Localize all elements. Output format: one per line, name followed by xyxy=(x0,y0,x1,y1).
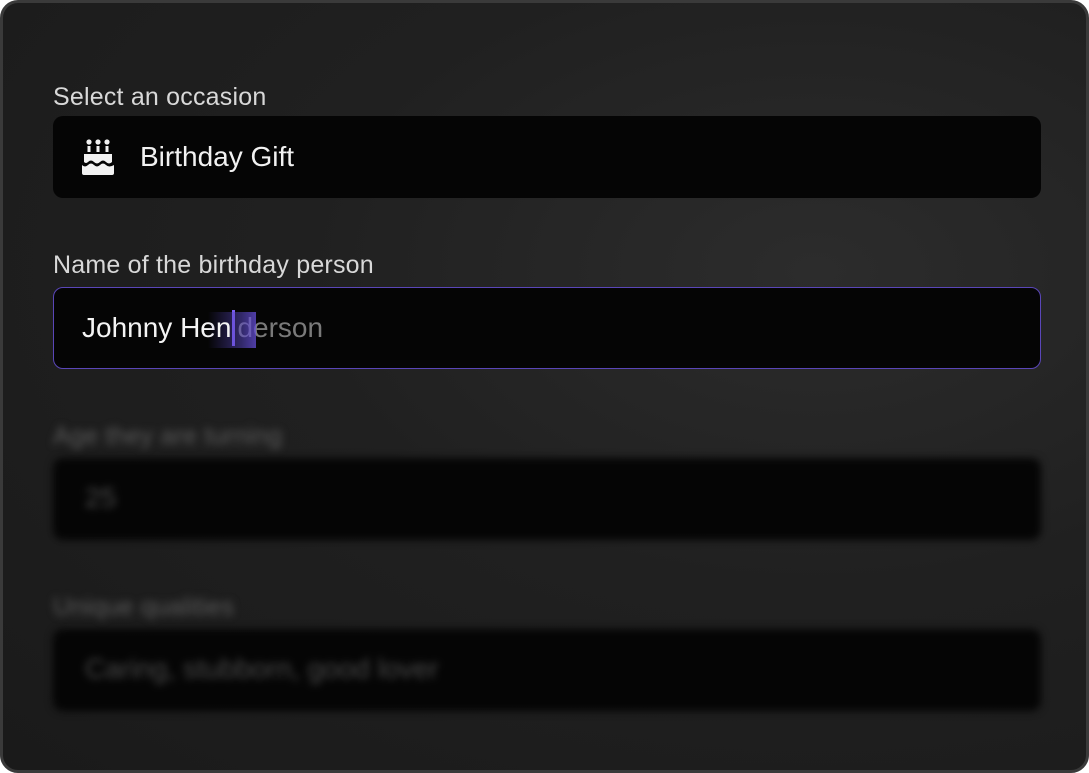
birthday-cake-icon xyxy=(81,138,115,176)
qualities-input[interactable]: Caring, stubborn, good lover xyxy=(53,629,1041,711)
age-label: Age they are turning xyxy=(53,422,283,450)
qualities-label: Unique qualities xyxy=(53,593,235,621)
name-input[interactable]: Johnny He n derson xyxy=(53,287,1041,369)
occasion-select[interactable]: Birthday Gift xyxy=(53,116,1041,198)
age-value: 25 xyxy=(85,482,117,513)
typed-last-char: n xyxy=(207,312,256,348)
typed-text: Johnny He xyxy=(82,312,216,343)
name-label: Name of the birthday person xyxy=(53,251,374,279)
age-input[interactable]: 25 xyxy=(53,458,1041,540)
name-text: Johnny He n derson xyxy=(82,310,323,348)
occasion-label: Select an occasion xyxy=(53,83,267,111)
qualities-value: Caring, stubborn, good lover xyxy=(85,653,439,684)
occasion-value: Birthday Gift xyxy=(140,141,295,172)
form-card: Select an occasion Birthday Gift Name of… xyxy=(0,0,1089,773)
